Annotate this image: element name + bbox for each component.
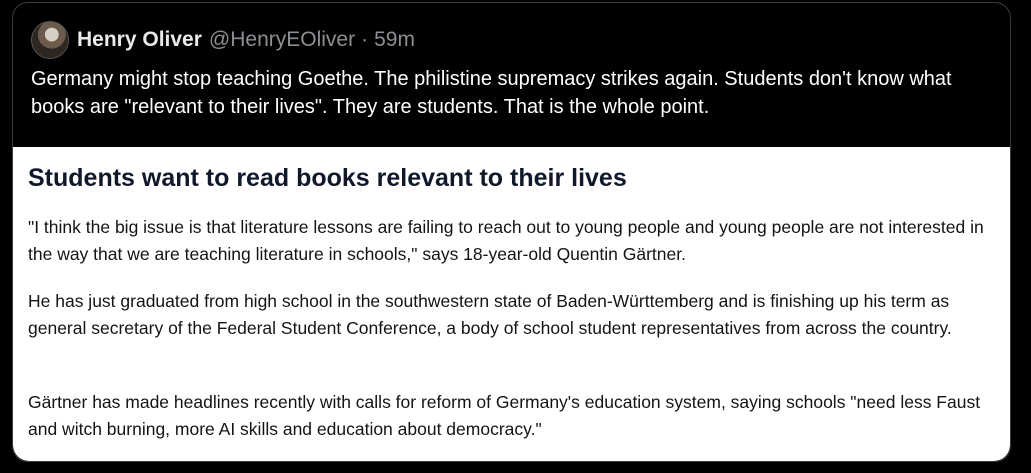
article-paragraph: Gärtner has made headlines recently with… <box>28 392 981 439</box>
tweet-card[interactable]: Henry Oliver @HenryEOliver · 59m Germany… <box>12 2 1011 462</box>
article-paragraph: He has just graduated from high school i… <box>28 291 952 338</box>
tweet-text: Germany might stop teaching Goethe. The … <box>31 68 952 118</box>
separator-dot: · <box>361 28 369 51</box>
article-paragraph: "I think the big issue is that literatur… <box>28 217 984 264</box>
tweet-timestamp[interactable]: 59m <box>374 28 415 52</box>
author-name[interactable]: Henry Oliver <box>77 28 202 52</box>
quoted-article-image[interactable]: Students want to read books relevant to … <box>13 147 1010 461</box>
tweet-header: Henry Oliver @HenryEOliver · 59m <box>31 21 415 59</box>
article-headline: Students want to read books relevant to … <box>28 164 627 192</box>
author-handle[interactable]: @HenryEOliver <box>209 28 355 52</box>
avatar[interactable] <box>31 21 69 59</box>
